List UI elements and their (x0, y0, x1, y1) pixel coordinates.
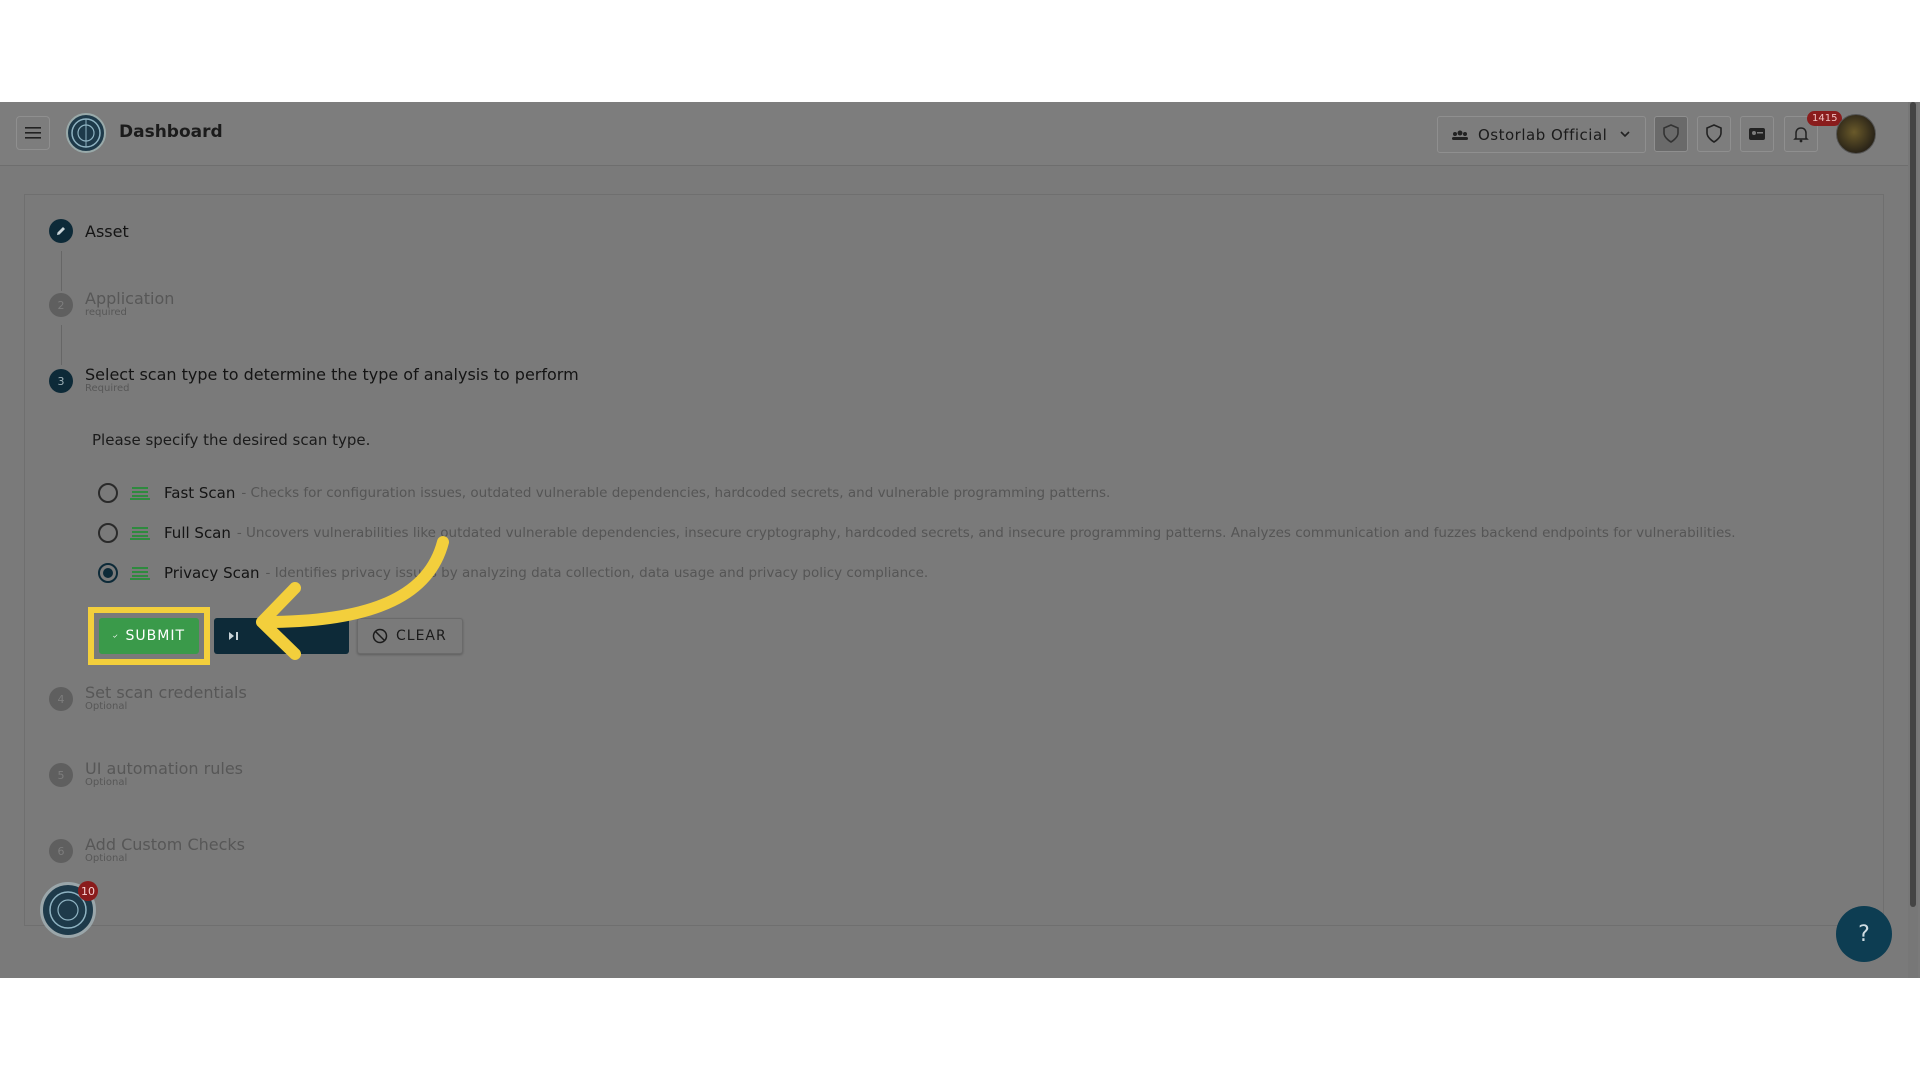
bot-badge: 10 (78, 881, 98, 901)
step-number: 4 (49, 687, 73, 711)
group-icon (1452, 130, 1468, 140)
security-button[interactable] (1697, 116, 1731, 152)
pointer-arrow (256, 536, 449, 660)
check-icon (113, 634, 118, 638)
option-fast-scan[interactable]: Fast Scan - Checks for configuration iss… (98, 481, 1110, 505)
step-title: Asset (85, 222, 129, 241)
fast-scan-radio[interactable] (98, 483, 118, 503)
bell-icon (1793, 127, 1809, 143)
ticket-icon (1749, 128, 1765, 140)
option-name: Fast Scan (164, 484, 236, 502)
step-subtitle: required (85, 307, 127, 318)
stack-icon (130, 565, 150, 581)
step-number: 5 (49, 763, 73, 787)
skip-next-icon (229, 632, 238, 640)
step-edit-badge (49, 219, 73, 243)
shield-icon (1706, 124, 1722, 143)
scan-type-prompt: Please specify the desired scan type. (92, 431, 371, 449)
step-subtitle: Required (85, 383, 130, 394)
step-number: 6 (49, 839, 73, 863)
tickets-button[interactable] (1740, 116, 1774, 152)
shield-sync-icon (1663, 124, 1679, 143)
help-label: ? (1858, 921, 1870, 947)
step-title: Application (85, 289, 175, 308)
organization-name: Ostorlab Official (1478, 125, 1608, 144)
notification-badge: 1415 (1807, 111, 1843, 126)
organization-select[interactable]: Ostorlab Official (1437, 116, 1646, 153)
option-name: Full Scan (164, 524, 231, 542)
logo-icon (71, 118, 101, 148)
step-number: 3 (49, 369, 73, 393)
step-subtitle: Optional (85, 853, 128, 864)
hamburger-icon (25, 127, 41, 139)
submit-button[interactable]: SUBMIT (99, 618, 199, 654)
app-logo[interactable] (66, 113, 106, 153)
scan-sync-button[interactable] (1654, 116, 1688, 152)
step-title: Set scan credentials (85, 683, 247, 702)
scrollbar[interactable] (1908, 102, 1918, 978)
step-connector (61, 251, 62, 291)
top-bar: Dashboard Ostorlab Official 1415 (0, 102, 1908, 166)
step-connector (61, 325, 62, 365)
radio-dot (103, 568, 113, 578)
chevron-down-icon (1620, 131, 1630, 138)
help-button[interactable]: ? (1836, 906, 1892, 962)
app-screen: Dashboard Ostorlab Official 1415 Asset 2… (0, 102, 1920, 978)
avatar[interactable] (1836, 114, 1876, 154)
menu-button[interactable] (16, 116, 50, 150)
step-title: Select scan type to determine the type o… (85, 365, 579, 384)
privacy-scan-radio[interactable] (98, 563, 118, 583)
full-scan-radio[interactable] (98, 523, 118, 543)
step-subtitle: Optional (85, 701, 128, 712)
step-number: 2 (49, 293, 73, 317)
option-description: - Checks for configuration issues, outda… (241, 485, 1111, 501)
submit-label: SUBMIT (125, 628, 185, 644)
step-title: Add Custom Checks (85, 835, 245, 854)
pencil-icon (57, 227, 65, 235)
option-privacy-scan[interactable]: Privacy Scan - Identifies privacy issues… (98, 561, 928, 585)
stack-icon (130, 485, 150, 501)
stack-icon (130, 525, 150, 541)
option-description: - Uncovers vulnerabilities like outdated… (236, 525, 1736, 541)
page-title: Dashboard (119, 122, 223, 142)
step-subtitle: Optional (85, 777, 128, 788)
option-name: Privacy Scan (164, 564, 260, 582)
scrollbar-thumb[interactable] (1910, 102, 1916, 907)
step-title: UI automation rules (85, 759, 243, 778)
